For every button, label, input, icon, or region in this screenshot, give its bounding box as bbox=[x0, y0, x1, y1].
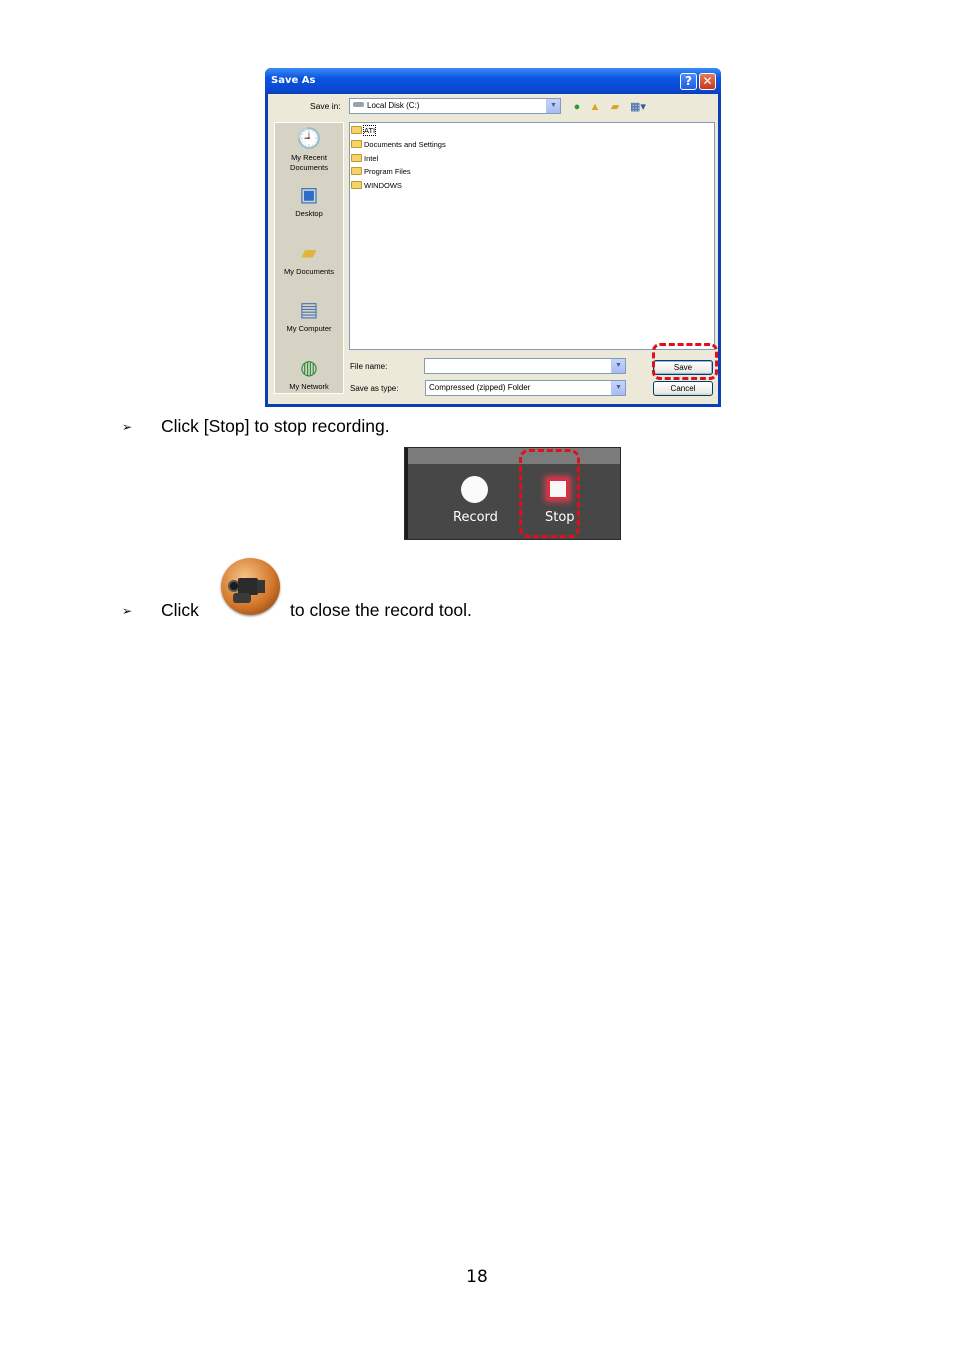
back-icon[interactable]: ● bbox=[570, 100, 584, 114]
folder-name: Program Files bbox=[364, 167, 411, 176]
folder-name: Intel bbox=[364, 154, 379, 163]
stop-button-highlight bbox=[519, 449, 580, 538]
list-item[interactable]: Program Files bbox=[351, 166, 411, 177]
up-folder-icon[interactable]: ▲ bbox=[588, 100, 602, 114]
save-in-label: Save in: bbox=[310, 101, 341, 111]
dialog-title: Save As bbox=[271, 75, 316, 86]
list-item[interactable]: Intel bbox=[351, 153, 378, 164]
recent-documents-icon: 🕘 bbox=[296, 128, 322, 150]
dialog-titlebar[interactable]: Save As ? ✕ bbox=[265, 68, 721, 94]
save-as-type-label: Save as type: bbox=[350, 384, 399, 393]
place-label: Desktop bbox=[295, 209, 323, 218]
place-my-documents[interactable]: ▰ My Documents bbox=[275, 241, 343, 277]
place-label: My Documents bbox=[283, 267, 334, 276]
folder-icon bbox=[351, 181, 362, 189]
cancel-button[interactable]: Cancel bbox=[653, 381, 713, 396]
save-button-highlight bbox=[652, 343, 718, 380]
file-list[interactable]: ATI Documents and Settings Intel Program… bbox=[349, 122, 715, 350]
place-label: My Network bbox=[289, 382, 329, 391]
bullet-icon: ➢ bbox=[122, 420, 133, 434]
folder-name: WINDOWS bbox=[364, 181, 402, 190]
camera-viewfinder bbox=[257, 580, 265, 593]
record-icon[interactable] bbox=[461, 476, 488, 503]
folder-icon bbox=[351, 140, 362, 148]
folder-icon bbox=[351, 167, 362, 175]
page-number: 18 bbox=[466, 1267, 488, 1287]
drive-icon bbox=[353, 102, 364, 107]
folder-name: ATI bbox=[362, 125, 377, 136]
record-tool-camera-icon[interactable] bbox=[221, 558, 280, 615]
record-button-label[interactable]: Record bbox=[453, 510, 498, 525]
list-item[interactable]: Documents and Settings bbox=[351, 139, 446, 150]
place-desktop[interactable]: ▣ Desktop bbox=[275, 183, 343, 219]
views-menu-icon[interactable]: ▦▾ bbox=[628, 100, 648, 114]
save-in-value: Local Disk (C:) bbox=[367, 101, 420, 110]
camera-grip bbox=[233, 593, 251, 603]
my-documents-icon: ▰ bbox=[301, 242, 317, 264]
my-computer-icon: ▤ bbox=[299, 299, 319, 321]
save-as-type-value: Compressed (zipped) Folder bbox=[429, 383, 531, 392]
dialog-client: Save in: Local Disk (C:) ▼ ● ▲ ▰ ▦▾ 🕘 My… bbox=[268, 94, 718, 404]
desktop-icon: ▣ bbox=[299, 184, 319, 206]
place-my-recent-documents[interactable]: 🕘 My Recent Documents bbox=[275, 127, 343, 173]
place-label: My Computer bbox=[286, 324, 332, 333]
save-in-dropdown[interactable]: Local Disk (C:) ▼ bbox=[349, 98, 561, 114]
chevron-down-icon[interactable]: ▼ bbox=[611, 359, 625, 373]
save-as-type-select[interactable]: Compressed (zipped) Folder ▼ bbox=[425, 380, 626, 396]
list-item[interactable]: WINDOWS bbox=[351, 180, 402, 191]
place-label: My Recent Documents bbox=[290, 153, 328, 172]
file-name-input[interactable]: ▼ bbox=[424, 358, 626, 374]
place-my-computer[interactable]: ▤ My Computer bbox=[275, 298, 343, 334]
step-stop-text: Click [Stop] to stop recording. bbox=[161, 416, 390, 436]
record-toolbar: Record Stop bbox=[404, 447, 621, 540]
toolbar-header bbox=[405, 448, 620, 464]
help-button[interactable]: ? bbox=[680, 73, 697, 90]
new-folder-icon[interactable]: ▰ bbox=[608, 100, 622, 114]
places-bar: 🕘 My Recent Documents ▣ Desktop ▰ My Doc… bbox=[274, 122, 344, 394]
folder-icon bbox=[351, 154, 362, 162]
step-close-text-before: Click bbox=[161, 600, 199, 620]
close-button[interactable]: ✕ bbox=[699, 73, 716, 90]
toolbar-edge bbox=[405, 448, 408, 539]
my-network-icon: ◍ bbox=[300, 357, 318, 379]
chevron-down-icon[interactable]: ▼ bbox=[611, 381, 625, 395]
step-close-text-after: to close the record tool. bbox=[290, 600, 472, 620]
folder-name: Documents and Settings bbox=[364, 140, 446, 149]
chevron-down-icon[interactable]: ▼ bbox=[546, 99, 560, 113]
bullet-icon: ➢ bbox=[122, 604, 133, 618]
place-my-network[interactable]: ◍ My Network bbox=[275, 356, 343, 392]
list-item[interactable]: ATI bbox=[351, 125, 377, 136]
file-name-label: File name: bbox=[350, 362, 388, 371]
folder-icon bbox=[351, 126, 362, 134]
